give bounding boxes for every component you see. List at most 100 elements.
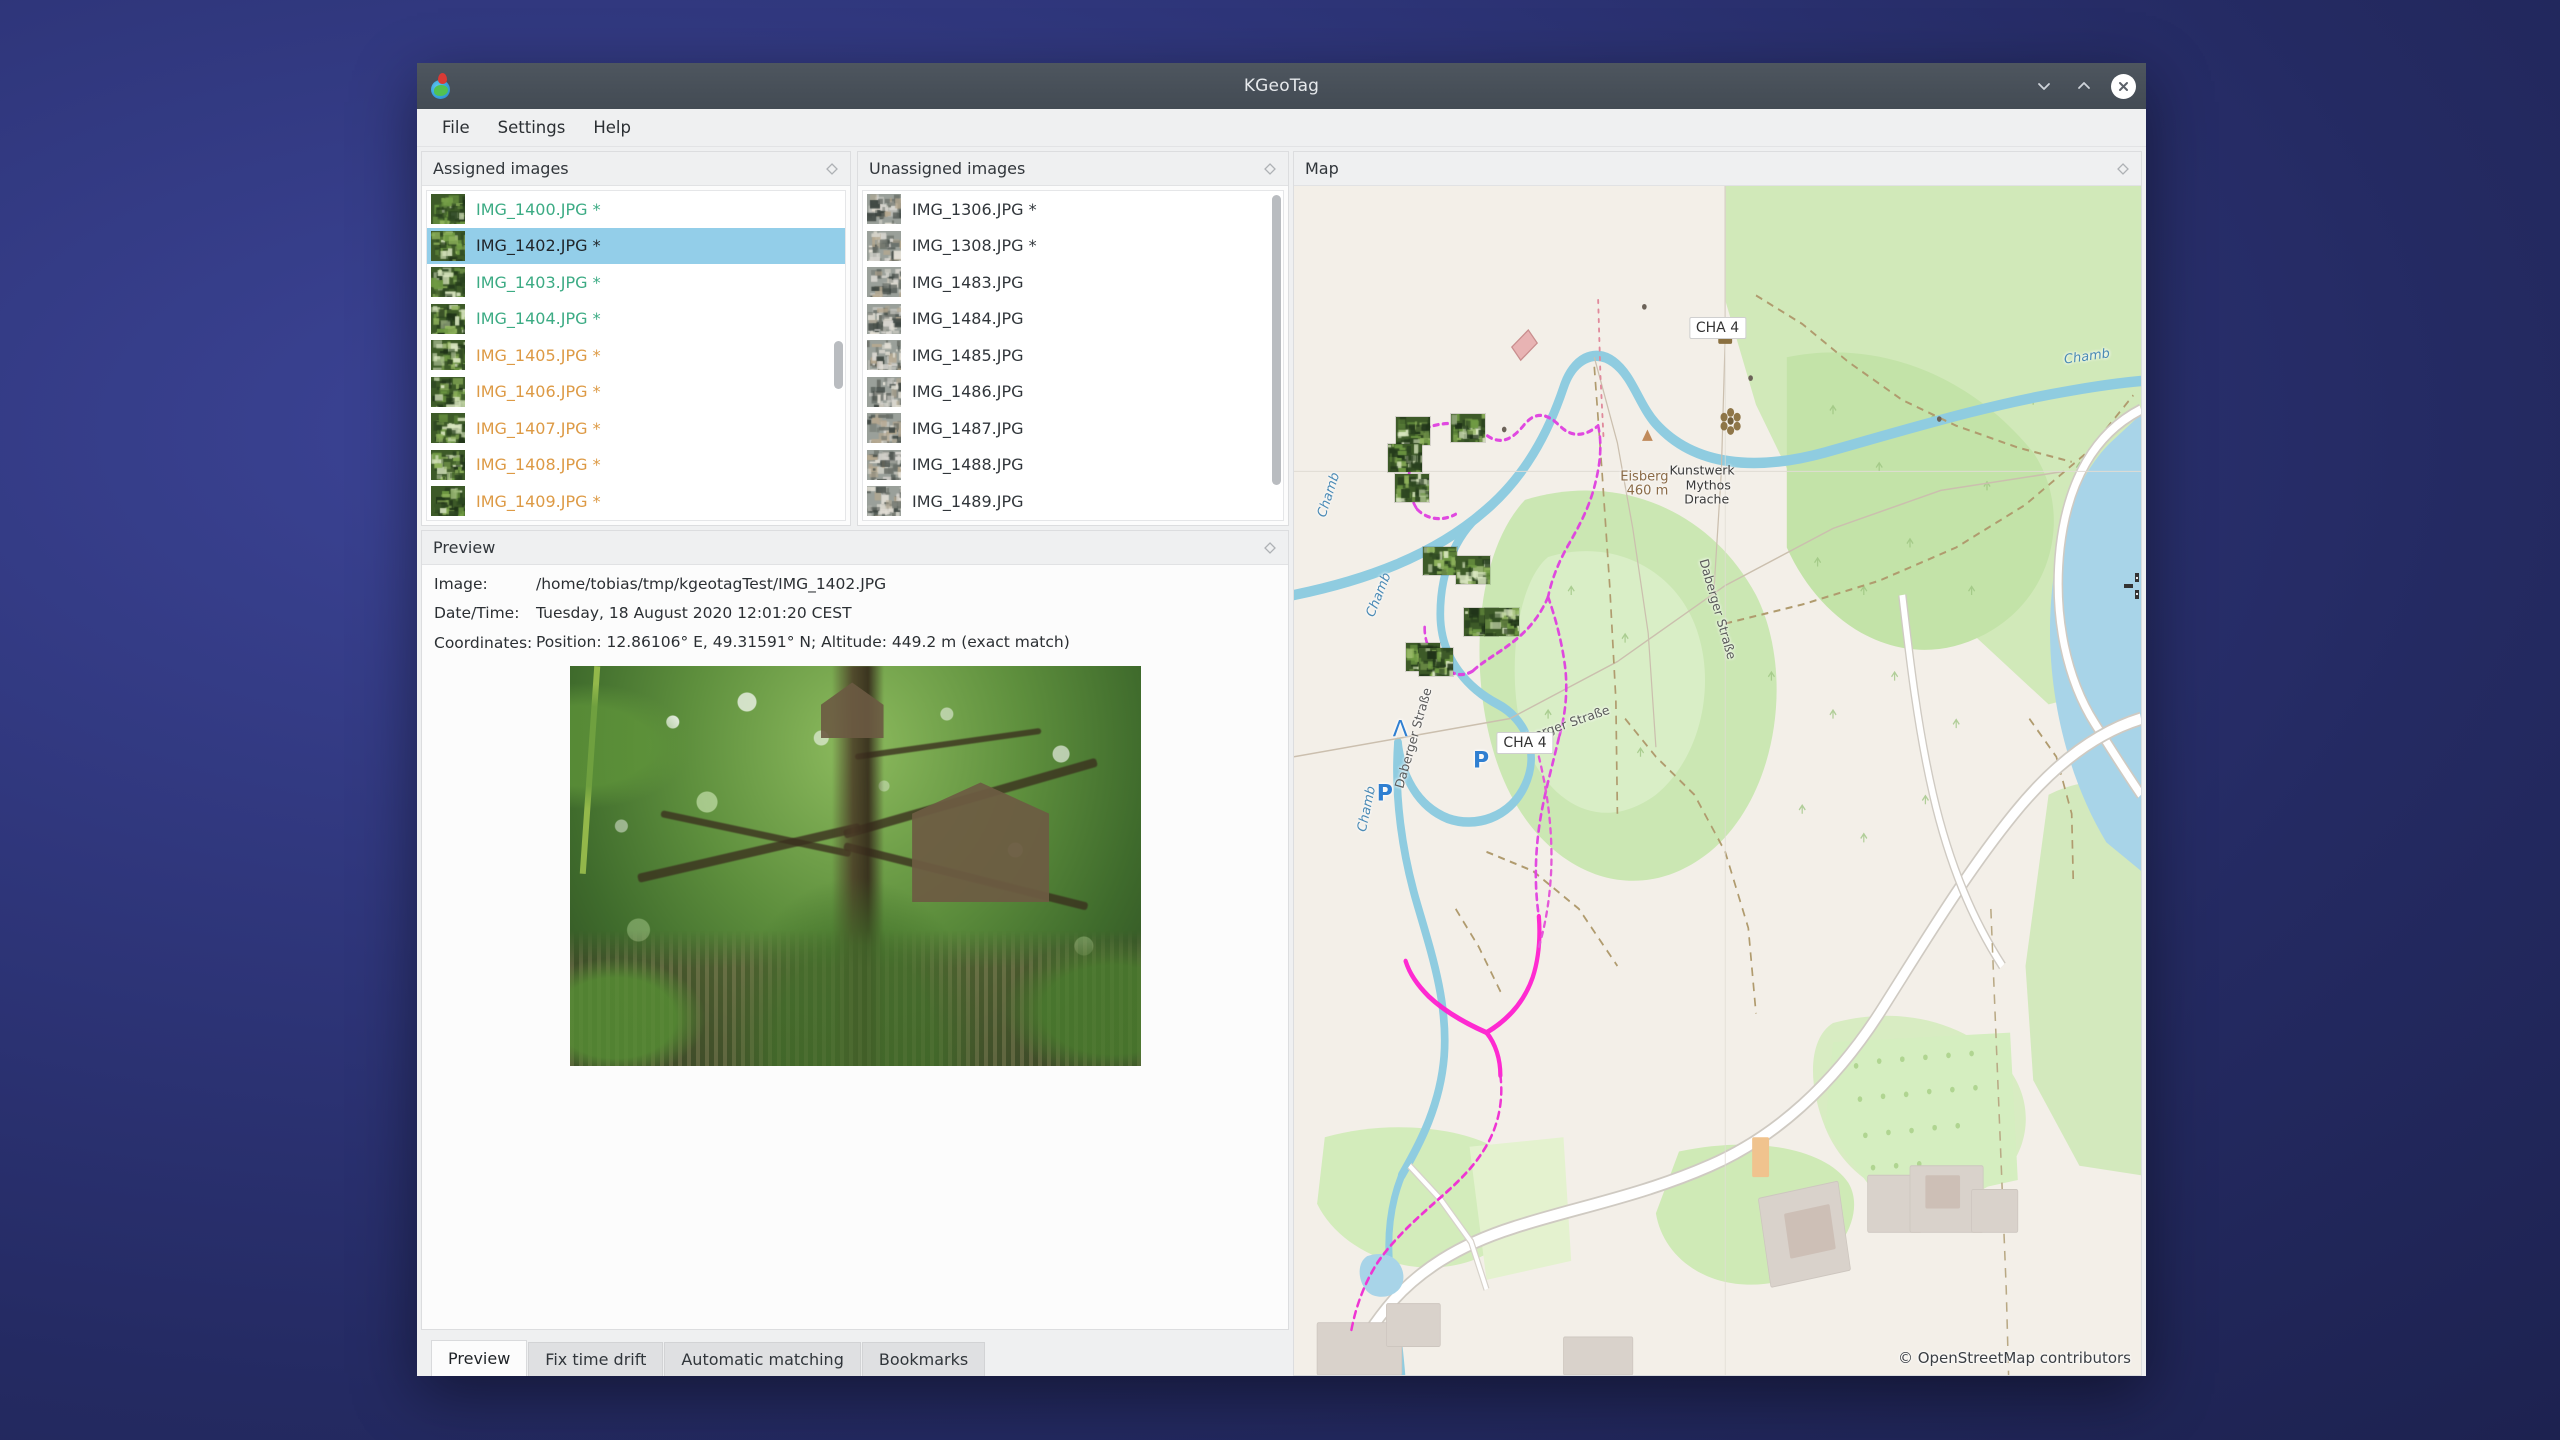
map-label: Daberger Straße: [1696, 557, 1740, 662]
image-lists-row: Assigned images IMG_1400.JPG * IMG_1402.J…: [421, 151, 1289, 526]
list-item[interactable]: IMG_1402.JPG *: [427, 227, 845, 264]
image-filename: IMG_1400.JPG *: [476, 199, 601, 219]
image-thumbnail: [867, 194, 901, 225]
image-filename: IMG_1402.JPG *: [476, 236, 601, 256]
image-path-value: /home/tobias/tmp/kgeotagTest/IMG_1402.JP…: [536, 575, 887, 593]
assigned-list-scrollbar[interactable]: [834, 341, 843, 389]
preview-dock: Preview Image: /home/tobias/tmp/kgeotagT…: [421, 530, 1289, 1330]
list-item[interactable]: IMG_1403.JPG *: [427, 264, 845, 301]
image-filename: IMG_1403.JPG *: [476, 272, 601, 292]
image-filename: IMG_1408.JPG *: [476, 455, 601, 475]
image-thumbnail: [867, 413, 901, 444]
tab-fix-time-drift[interactable]: Fix time drift: [528, 1342, 664, 1376]
unassigned-images-list[interactable]: IMG_1306.JPG * IMG_1308.JPG * IMG_1483.JPG…: [862, 190, 1284, 521]
map-photo-marker[interactable]: [1395, 416, 1432, 447]
left-column: Assigned images IMG_1400.JPG * IMG_1402.J…: [421, 151, 1289, 1376]
assigned-images-title: Assigned images: [433, 159, 569, 178]
map-photo-marker[interactable]: [1393, 473, 1430, 504]
image-thumbnail: [867, 230, 901, 261]
list-item[interactable]: IMG_1306.JPG *: [863, 191, 1283, 228]
map-photo-marker[interactable]: [1418, 646, 1455, 677]
bottom-tabbar: Preview Fix time drift Automatic matchin…: [421, 1334, 1289, 1376]
maximize-icon[interactable]: [2071, 73, 2097, 99]
image-thumbnail: [867, 303, 901, 334]
image-thumbnail: [867, 486, 901, 517]
image-filename: IMG_1405.JPG *: [476, 345, 601, 365]
menubar: File Settings Help: [417, 109, 2146, 147]
list-item[interactable]: IMG_1308.JPG *: [863, 228, 1283, 265]
image-thumbnail: [867, 376, 901, 407]
unassigned-list-scrollbar[interactable]: [1272, 195, 1281, 485]
image-filename: IMG_1489.JPG: [912, 491, 1024, 511]
image-filename: IMG_1409.JPG *: [476, 491, 601, 511]
list-item[interactable]: IMG_1404.JPG *: [427, 301, 845, 338]
menu-file[interactable]: File: [429, 113, 483, 142]
float-dock-icon[interactable]: [1262, 161, 1278, 177]
map-title: Map: [1305, 159, 1339, 178]
map-photo-marker[interactable]: [1450, 412, 1487, 443]
list-item[interactable]: IMG_1489.JPG: [863, 483, 1283, 520]
list-item[interactable]: IMG_1486.JPG: [863, 374, 1283, 411]
preview-header: Preview: [422, 531, 1288, 565]
float-dock-icon[interactable]: [1262, 540, 1278, 556]
map-label: Kunstwerk: [1669, 462, 1735, 478]
image-thumbnail: [867, 340, 901, 371]
tab-bookmarks[interactable]: Bookmarks: [861, 1342, 986, 1376]
image-thumbnail: [431, 267, 465, 298]
list-item[interactable]: IMG_1400.JPG *: [427, 191, 845, 228]
map-photo-marker[interactable]: [1455, 555, 1492, 586]
map-label: Chamb: [1363, 570, 1395, 620]
float-dock-icon[interactable]: [2115, 161, 2131, 177]
coordinates-value: Position: 12.86106° E, 49.31591° N; Alti…: [536, 632, 1070, 651]
list-item[interactable]: IMG_1487.JPG: [863, 410, 1283, 447]
image-thumbnail: [431, 376, 465, 407]
assigned-images-list[interactable]: IMG_1400.JPG * IMG_1402.JPG * IMG_1403.JPG…: [426, 190, 846, 521]
coordinates-label: Coordinates:: [434, 634, 533, 653]
map-canvas[interactable]: Chamb Chamb Chamb Chamb Eisberg 460 m Kunstwer…: [1294, 186, 2141, 1375]
image-filename: IMG_1306.JPG *: [912, 199, 1037, 219]
image-thumbnail: [431, 230, 465, 261]
datetime-value: Tuesday, 18 August 2020 12:01:20 CEST: [536, 603, 852, 622]
road-shield: CHA 4: [1496, 732, 1554, 755]
image-filename: IMG_1407.JPG *: [476, 418, 601, 438]
list-item[interactable]: IMG_1407.JPG *: [427, 410, 845, 447]
minimize-icon[interactable]: [2031, 73, 2057, 99]
image-filename: IMG_1485.JPG: [912, 345, 1024, 365]
list-item[interactable]: IMG_1409.JPG *: [427, 483, 845, 520]
list-item[interactable]: IMG_1408.JPG *: [427, 447, 845, 484]
window-titlebar[interactable]: KGeoTag: [417, 63, 2146, 109]
map-overlay: Chamb Chamb Chamb Chamb Eisberg 460 m Kunstwer…: [1294, 186, 2141, 1375]
datetime-label: Date/Time:: [434, 603, 520, 622]
list-item[interactable]: IMG_1406.JPG *: [427, 374, 845, 411]
map-label: Chamb: [1314, 470, 1343, 520]
tab-preview[interactable]: Preview: [431, 1340, 528, 1376]
list-item[interactable]: IMG_1485.JPG: [863, 337, 1283, 374]
map-photo-marker[interactable]: [1483, 606, 1520, 637]
image-filename: IMG_1488.JPG: [912, 455, 1024, 475]
image-filename: IMG_1404.JPG *: [476, 309, 601, 329]
map-label: Mythos: [1685, 477, 1731, 493]
float-dock-icon[interactable]: [824, 161, 840, 177]
image-thumbnail: [431, 449, 465, 480]
menu-settings[interactable]: Settings: [485, 113, 579, 142]
parking-icon: P: [1473, 748, 1490, 774]
tab-automatic-matching[interactable]: Automatic matching: [664, 1342, 861, 1376]
list-item[interactable]: IMG_1405.JPG *: [427, 337, 845, 374]
map-photo-marker[interactable]: [1422, 545, 1459, 576]
menu-help[interactable]: Help: [580, 113, 644, 142]
kgeotag-window: KGeoTag File Settings Help Assigned imag…: [417, 63, 2146, 1376]
preview-info-grid: Image: /home/tobias/tmp/kgeotagTest/IMG_…: [434, 575, 1276, 652]
map-dock: Map Chamb Chamb Chamb Chamb Eisberg 460 …: [1293, 151, 2142, 1376]
list-item[interactable]: IMG_1483.JPG: [863, 264, 1283, 301]
main-split: Assigned images IMG_1400.JPG * IMG_1402.J…: [417, 147, 2146, 1376]
image-thumbnail: [431, 486, 465, 517]
image-thumbnail: [431, 194, 465, 225]
list-item[interactable]: IMG_1488.JPG: [863, 447, 1283, 484]
map-label: Drache: [1684, 491, 1730, 507]
window-controls: [2031, 73, 2136, 99]
close-icon[interactable]: [2111, 73, 2136, 99]
map-photo-marker[interactable]: [1386, 443, 1423, 474]
map-attribution: © OpenStreetMap contributors: [1897, 1349, 2131, 1367]
list-item[interactable]: IMG_1484.JPG: [863, 301, 1283, 338]
map-header: Map: [1294, 152, 2141, 186]
